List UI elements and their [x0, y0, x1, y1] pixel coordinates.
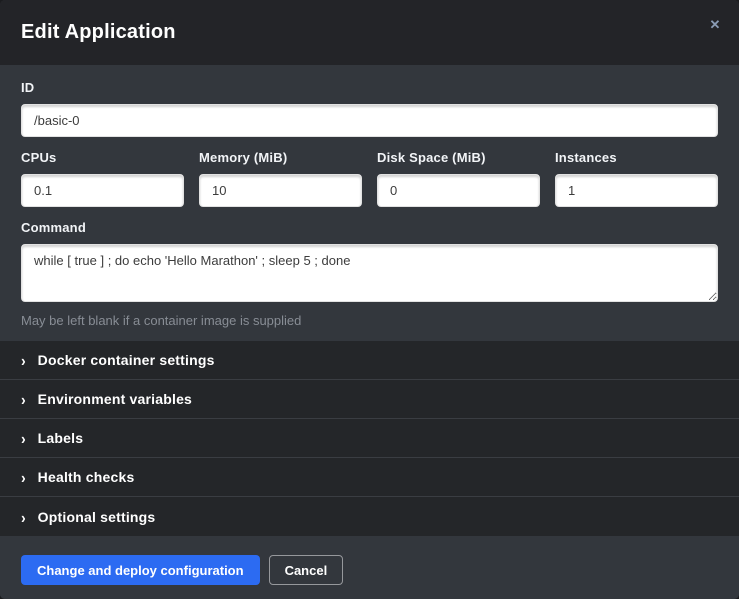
chevron-right-icon: › — [21, 391, 26, 407]
accordion-sections: › Docker container settings › Environmen… — [0, 341, 739, 536]
memory-input[interactable] — [199, 174, 362, 207]
section-label: Health checks — [38, 469, 135, 485]
command-help-text: May be left blank if a container image i… — [21, 313, 718, 328]
edit-application-modal: Edit Application ✕ ID CPUs Memory (MiB) … — [0, 0, 739, 599]
modal-header: Edit Application ✕ — [0, 0, 739, 65]
section-label: Environment variables — [38, 391, 192, 407]
section-health-checks[interactable]: › Health checks — [0, 458, 739, 497]
section-label: Docker container settings — [38, 352, 215, 368]
instances-field-group: Instances — [555, 150, 718, 207]
chevron-right-icon: › — [21, 352, 26, 368]
instances-label: Instances — [555, 150, 718, 165]
command-label: Command — [21, 220, 718, 235]
section-environment-variables[interactable]: › Environment variables — [0, 380, 739, 419]
command-field-group: Command while [ true ] ; do echo 'Hello … — [21, 220, 718, 328]
disk-input[interactable] — [377, 174, 540, 207]
section-label: Optional settings — [38, 509, 156, 525]
cpus-field-group: CPUs — [21, 150, 184, 207]
cancel-button[interactable]: Cancel — [269, 555, 344, 585]
chevron-right-icon: › — [21, 469, 26, 485]
memory-label: Memory (MiB) — [199, 150, 362, 165]
resources-row: CPUs Memory (MiB) Disk Space (MiB) Insta… — [21, 150, 718, 207]
cpus-label: CPUs — [21, 150, 184, 165]
disk-field-group: Disk Space (MiB) — [377, 150, 540, 207]
modal-footer: Change and deploy configuration Cancel — [0, 536, 739, 599]
id-field-group: ID — [21, 80, 718, 137]
command-textarea[interactable]: while [ true ] ; do echo 'Hello Marathon… — [21, 244, 718, 302]
disk-label: Disk Space (MiB) — [377, 150, 540, 165]
section-optional-settings[interactable]: › Optional settings — [0, 497, 739, 536]
memory-field-group: Memory (MiB) — [199, 150, 362, 207]
id-input[interactable] — [21, 104, 718, 137]
change-and-deploy-button[interactable]: Change and deploy configuration — [21, 555, 260, 585]
section-docker-container-settings[interactable]: › Docker container settings — [0, 341, 739, 380]
instances-input[interactable] — [555, 174, 718, 207]
form-body: ID CPUs Memory (MiB) Disk Space (MiB) In… — [0, 65, 739, 341]
chevron-right-icon: › — [21, 508, 26, 524]
close-icon[interactable]: ✕ — [706, 16, 724, 34]
chevron-right-icon: › — [21, 430, 26, 446]
section-label: Labels — [38, 430, 84, 446]
section-labels[interactable]: › Labels — [0, 419, 739, 458]
cpus-input[interactable] — [21, 174, 184, 207]
modal-title: Edit Application — [21, 21, 176, 44]
id-label: ID — [21, 80, 718, 95]
